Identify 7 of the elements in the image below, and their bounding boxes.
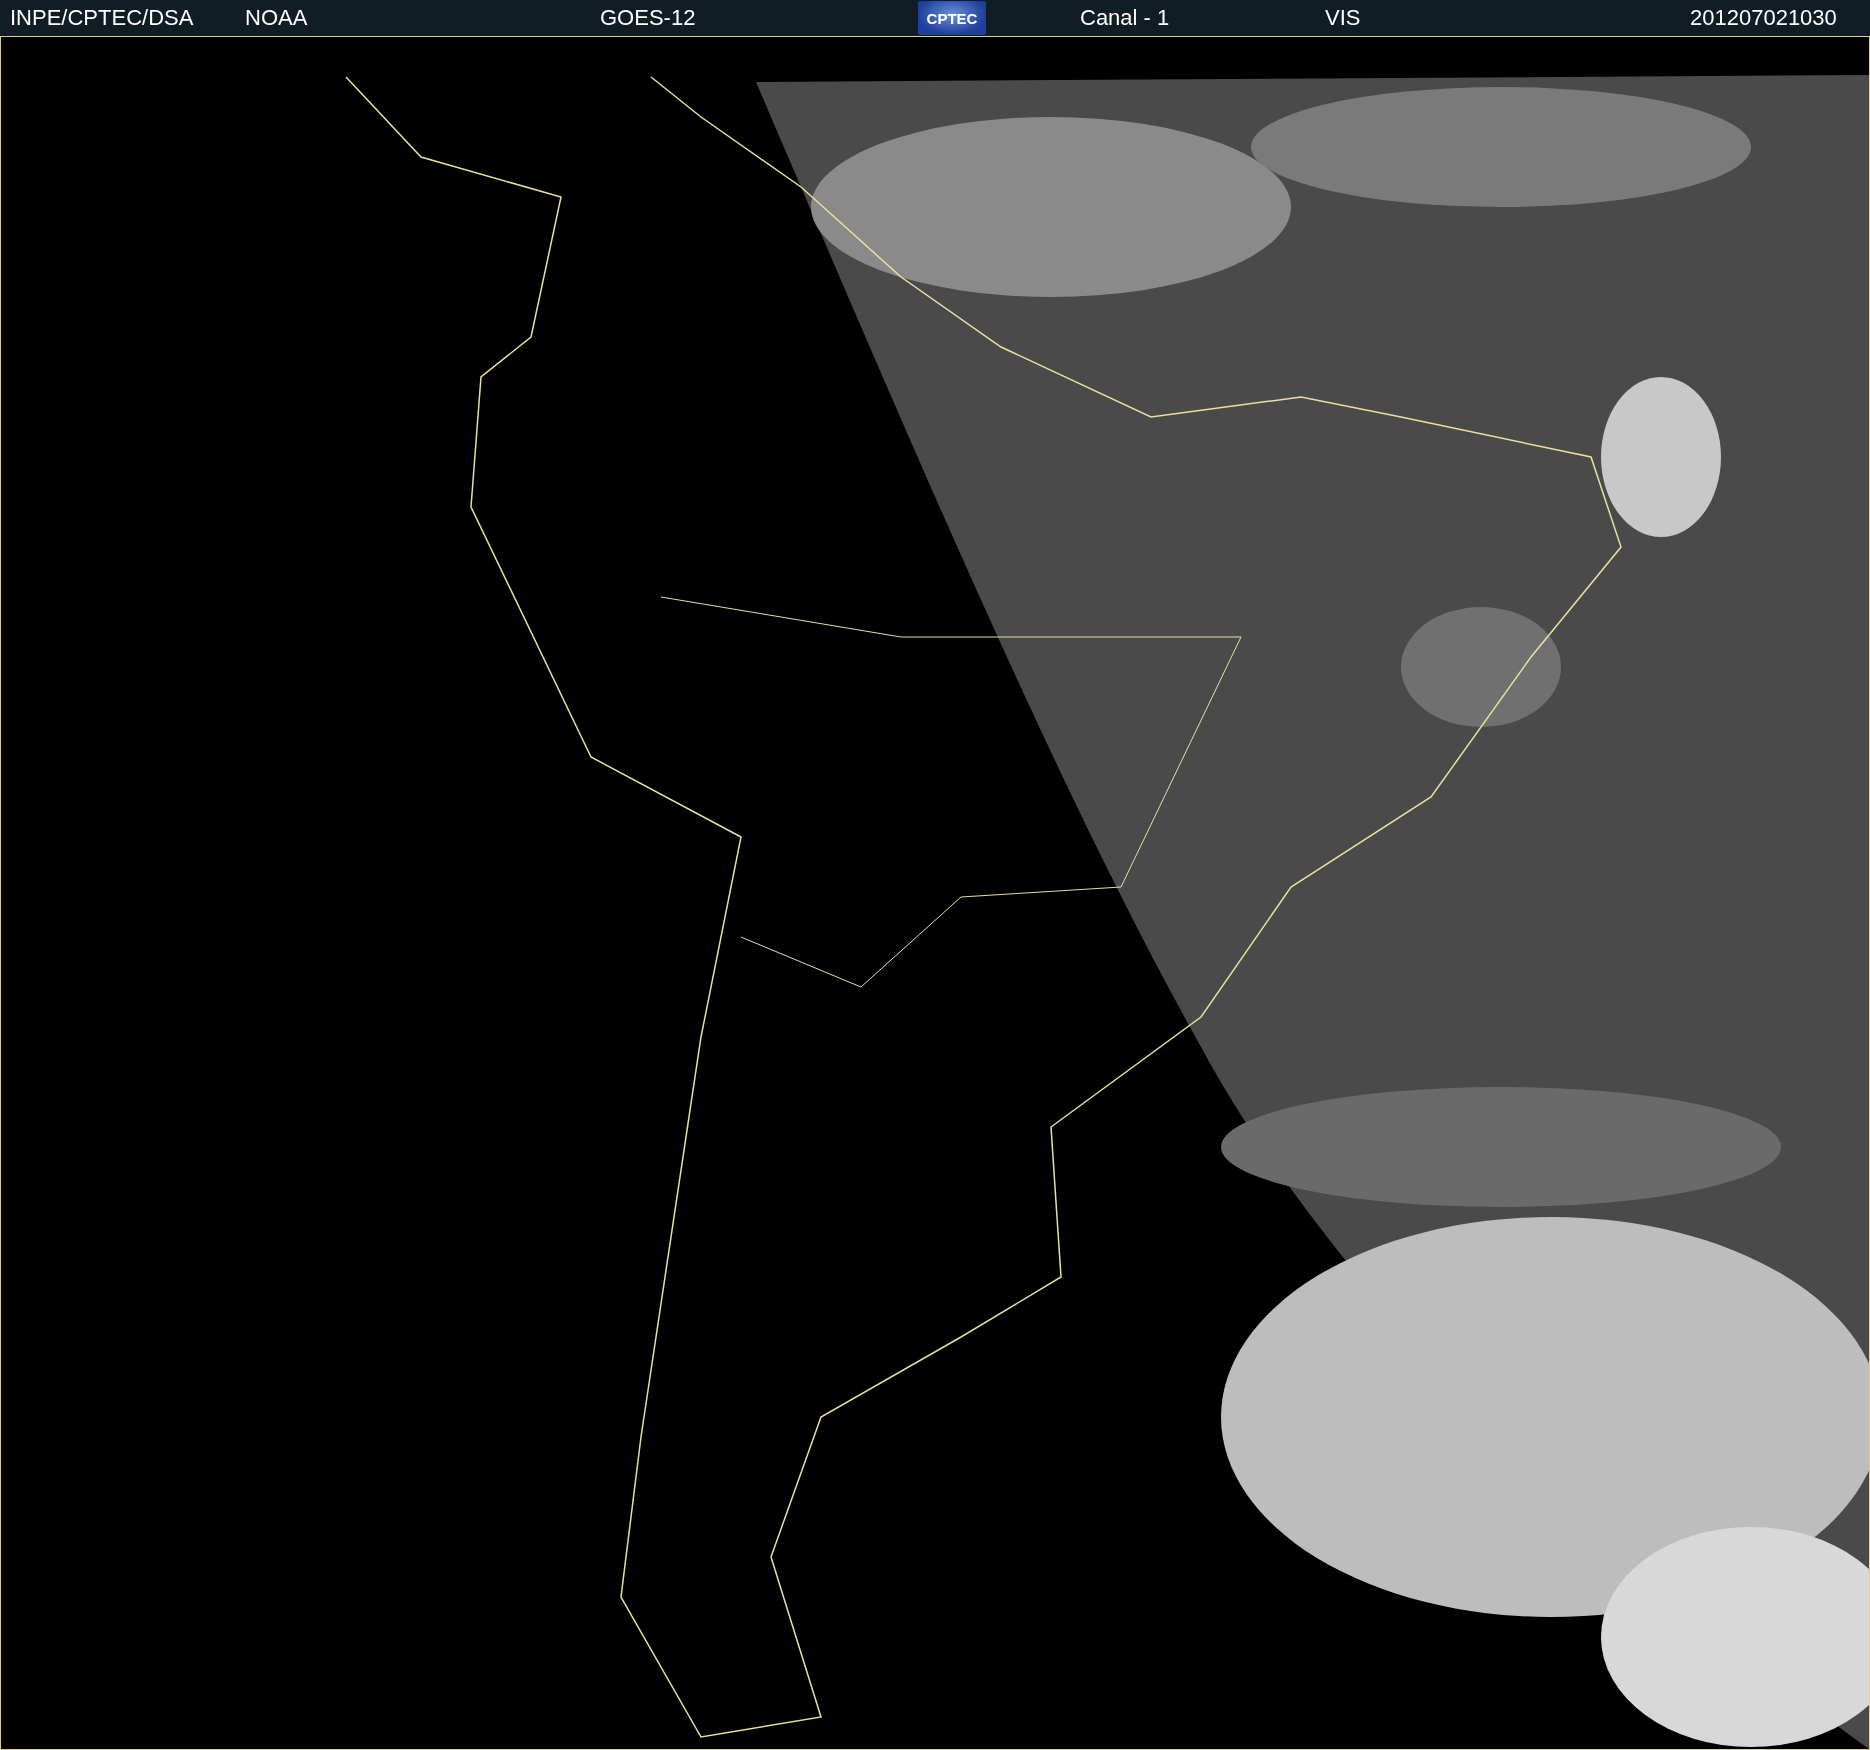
header-label: VIS <box>1325 5 1361 31</box>
header-label: INPE/CPTEC/DSA <box>10 5 194 31</box>
header-label: 201207021030 <box>1690 5 1837 31</box>
header-label: NOAA <box>245 5 308 31</box>
logo: CPTEC <box>918 1 986 35</box>
header-label: GOES-12 <box>600 5 696 31</box>
header-label: Canal - 1 <box>1080 5 1170 31</box>
